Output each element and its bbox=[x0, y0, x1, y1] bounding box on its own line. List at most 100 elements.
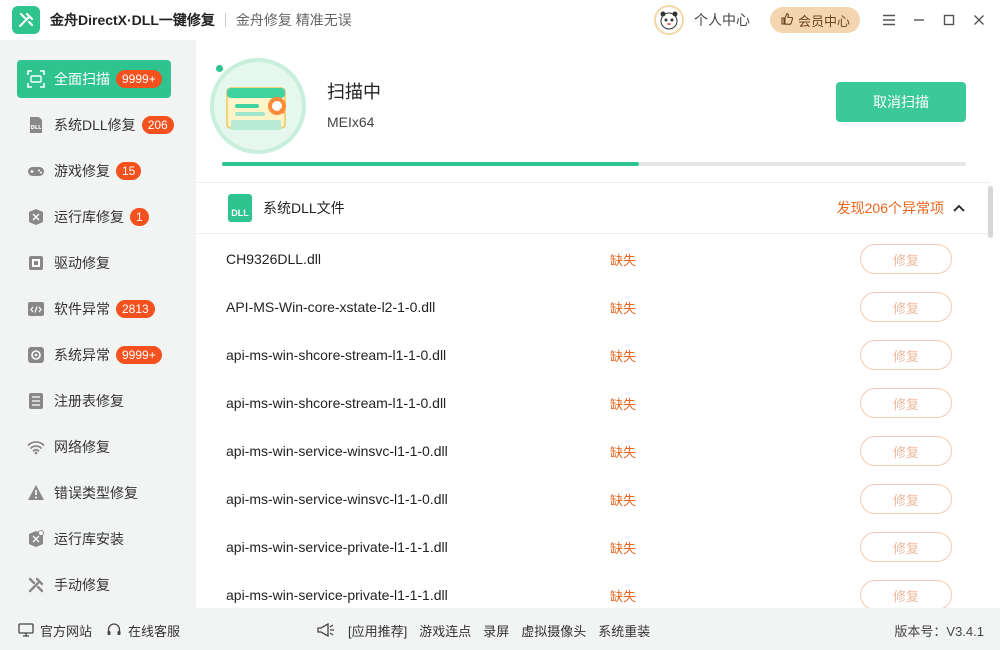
scan-progress-bar bbox=[222, 162, 966, 166]
dll-file-icon: DLL bbox=[228, 194, 252, 222]
personal-center-link[interactable]: 个人中心 bbox=[694, 10, 750, 30]
gamepad-icon bbox=[27, 162, 45, 180]
vip-center-label: 会员中心 bbox=[797, 13, 850, 29]
menu-icon[interactable] bbox=[874, 0, 904, 40]
sidebar-item-label: 错误类型修复 bbox=[54, 485, 138, 501]
repair-button[interactable]: 修复 bbox=[860, 436, 952, 466]
decor-dot bbox=[216, 65, 223, 72]
svg-text:DLL: DLL bbox=[31, 125, 42, 131]
repair-button[interactable]: 修复 bbox=[860, 484, 952, 514]
file-name: api-ms-win-shcore-stream-l1-1-0.dll bbox=[226, 347, 447, 363]
repair-button[interactable]: 修复 bbox=[860, 388, 952, 418]
sidebar-item-label: 注册表修复 bbox=[54, 393, 124, 409]
sidebar: 全面扫描 9999+ DLL 系统DLL修复 206 游戏修复 15 运行库修复… bbox=[0, 40, 188, 608]
app-slogan: 金舟修复 精准无误 bbox=[235, 12, 352, 28]
section-title: 系统DLL文件 bbox=[263, 200, 345, 216]
list-icon bbox=[27, 392, 45, 410]
repair-button[interactable]: 修复 bbox=[860, 340, 952, 370]
sidebar-item-runtime-repair[interactable]: 运行库修复 1 bbox=[17, 198, 171, 236]
count-badge: 206 bbox=[141, 116, 174, 134]
chevron-up-icon[interactable] bbox=[952, 201, 966, 215]
full-scan-icon bbox=[27, 70, 45, 88]
sidebar-item-label: 运行库安装 bbox=[54, 531, 124, 547]
sidebar-item-driver[interactable]: 驱动修复 bbox=[17, 244, 171, 282]
runtime-icon bbox=[27, 208, 45, 226]
sidebar-item-label: 系统异常 bbox=[54, 347, 110, 363]
sidebar-item-label: 系统DLL修复 bbox=[54, 117, 136, 133]
vip-center-button[interactable]: 会员中心 bbox=[769, 7, 860, 33]
table-row: api-ms-win-service-winsvc-l1-1-0.dll 缺失 … bbox=[196, 475, 990, 523]
scrollbar[interactable] bbox=[988, 186, 993, 238]
file-name: CH9326DLL.dll bbox=[226, 251, 321, 267]
megaphone-icon bbox=[316, 622, 336, 638]
thumbs-up-icon bbox=[780, 12, 794, 29]
promo-link-screen-record[interactable]: 录屏 bbox=[483, 621, 509, 640]
sidebar-item-label: 驱动修复 bbox=[54, 255, 110, 271]
sidebar-item-label: 手动修复 bbox=[54, 577, 110, 593]
file-status: 缺失 bbox=[610, 396, 637, 412]
dll-icon: DLL bbox=[27, 116, 45, 134]
sidebar-item-system-error[interactable]: 系统异常 9999+ bbox=[17, 336, 171, 374]
count-badge: 9999+ bbox=[116, 346, 162, 364]
scan-header: 扫描中 MEIx64 取消扫描 bbox=[196, 40, 1000, 182]
promo-link-virtual-camera[interactable]: 虚拟摄像头 bbox=[521, 621, 586, 640]
version-label: 版本号：V3.4.1 bbox=[894, 623, 984, 639]
promo-label: [应用推荐] bbox=[348, 623, 408, 639]
online-service-link[interactable]: 在线客服 bbox=[106, 621, 180, 640]
file-status: 缺失 bbox=[610, 540, 637, 556]
headset-icon bbox=[106, 622, 122, 638]
repair-button[interactable]: 修复 bbox=[860, 244, 952, 274]
sidebar-item-manual[interactable]: 手动修复 bbox=[17, 566, 171, 604]
file-status: 缺失 bbox=[610, 300, 637, 316]
minimize-icon[interactable] bbox=[904, 0, 934, 40]
avatar[interactable] bbox=[653, 5, 684, 35]
code-icon bbox=[27, 300, 45, 318]
promo-link-autoclicker[interactable]: 游戏连点 bbox=[419, 621, 471, 640]
count-badge: 1 bbox=[130, 208, 149, 226]
title-divider bbox=[224, 13, 226, 27]
count-badge: 2813 bbox=[116, 300, 155, 318]
sidebar-item-label: 网络修复 bbox=[54, 439, 110, 455]
promo-link-system-reinstall[interactable]: 系统重装 bbox=[598, 621, 650, 640]
scan-current-item: MEIx64 bbox=[327, 114, 375, 130]
sidebar-item-system-dll[interactable]: DLL 系统DLL修复 206 bbox=[17, 106, 174, 144]
maximize-icon[interactable] bbox=[934, 0, 964, 40]
dll-file-list: CH9326DLL.dll 缺失 修复 API-MS-Win-core-xsta… bbox=[196, 235, 990, 608]
file-name: api-ms-win-service-winsvc-l1-1-0.dll bbox=[226, 443, 448, 459]
official-site-label: 官方网站 bbox=[40, 623, 93, 639]
sidebar-item-game[interactable]: 游戏修复 15 bbox=[17, 152, 171, 190]
install-icon bbox=[27, 530, 45, 548]
sidebar-item-label: 软件异常 bbox=[54, 301, 110, 317]
file-status: 缺失 bbox=[610, 444, 637, 460]
sidebar-item-label: 运行库修复 bbox=[54, 209, 124, 225]
file-name: api-ms-win-service-private-l1-1-1.dll bbox=[226, 539, 448, 555]
sidebar-item-label: 游戏修复 bbox=[54, 163, 110, 179]
table-row: api-ms-win-service-private-l1-1-1.dll 缺失… bbox=[196, 571, 990, 608]
sidebar-item-full-scan[interactable]: 全面扫描 9999+ bbox=[17, 60, 171, 98]
repair-button[interactable]: 修复 bbox=[860, 532, 952, 562]
dll-section-header[interactable]: DLL 系统DLL文件 发现206个异常项 bbox=[196, 182, 990, 234]
cancel-scan-button[interactable]: 取消扫描 bbox=[836, 82, 966, 122]
file-name: api-ms-win-shcore-stream-l1-1-0.dll bbox=[226, 395, 447, 411]
repair-button[interactable]: 修复 bbox=[860, 580, 952, 608]
sidebar-item-registry[interactable]: 注册表修复 bbox=[17, 382, 171, 420]
warning-icon bbox=[27, 484, 45, 502]
table-row: api-ms-win-service-private-l1-1-1.dll 缺失… bbox=[196, 523, 990, 571]
table-row: api-ms-win-shcore-stream-l1-1-0.dll 缺失 修… bbox=[196, 379, 990, 427]
close-icon[interactable] bbox=[964, 0, 994, 40]
official-site-link[interactable]: 官方网站 bbox=[18, 621, 92, 640]
file-name: api-ms-win-service-winsvc-l1-1-0.dll bbox=[226, 491, 448, 507]
table-row: api-ms-win-service-winsvc-l1-1-0.dll 缺失 … bbox=[196, 427, 990, 475]
table-row: API-MS-Win-core-xstate-l2-1-0.dll 缺失 修复 bbox=[196, 283, 990, 331]
file-name: api-ms-win-service-private-l1-1-1.dll bbox=[226, 587, 448, 603]
section-issue-count: 发现206个异常项 bbox=[836, 200, 944, 216]
file-status: 缺失 bbox=[610, 348, 637, 364]
repair-button[interactable]: 修复 bbox=[860, 292, 952, 322]
sidebar-item-software-error[interactable]: 软件异常 2813 bbox=[17, 290, 171, 328]
sidebar-item-error-type[interactable]: 错误类型修复 bbox=[17, 474, 171, 512]
monitor-icon bbox=[18, 622, 34, 638]
sidebar-item-runtime-install[interactable]: 运行库安装 bbox=[17, 520, 171, 558]
sidebar-item-network[interactable]: 网络修复 bbox=[17, 428, 171, 466]
title-bar: 金舟DirectX·DLL一键修复 金舟修复 精准无误 个人中心 会员中心 bbox=[0, 0, 1000, 40]
file-status: 缺失 bbox=[610, 588, 637, 604]
